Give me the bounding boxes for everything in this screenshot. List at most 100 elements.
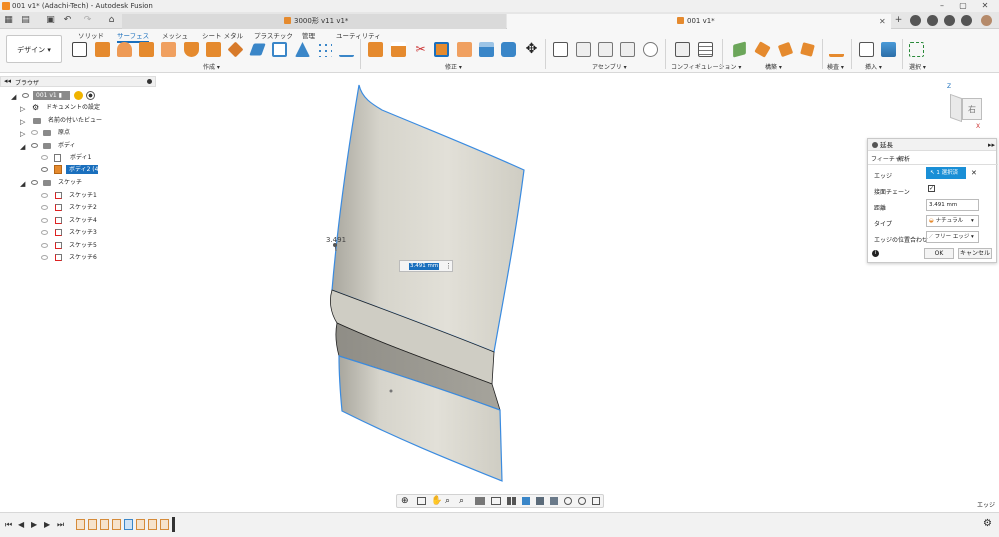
timeline-feature[interactable]: [112, 519, 121, 530]
vertex-filter-icon[interactable]: [578, 497, 586, 505]
notifications-icon[interactable]: [944, 15, 955, 26]
zoom-icon[interactable]: ⌕: [445, 496, 450, 506]
play-icon[interactable]: ▶: [31, 520, 37, 529]
thicken-icon[interactable]: [249, 43, 266, 56]
tangent-plane-icon[interactable]: [777, 41, 794, 58]
revolve-icon[interactable]: [117, 42, 132, 57]
tab-mesh[interactable]: メッシュ: [162, 30, 188, 40]
tangent-chain-checkbox[interactable]: ✓: [928, 185, 935, 192]
ok-button[interactable]: OK: [924, 248, 954, 259]
extensions-icon[interactable]: [910, 15, 921, 26]
grid-snaps-icon[interactable]: [491, 497, 501, 505]
timeline-feature[interactable]: [148, 519, 157, 530]
patch-icon[interactable]: [184, 42, 199, 57]
split-icon[interactable]: ✂: [413, 42, 428, 57]
group-insert[interactable]: 挿入 ▾: [865, 62, 882, 71]
mirror-icon[interactable]: [339, 42, 354, 57]
boundary-fill-icon[interactable]: [272, 42, 287, 57]
tab-utilities[interactable]: ユーティリティ: [336, 30, 381, 40]
timeline-feature[interactable]: [124, 519, 133, 530]
group-inspect[interactable]: 検査 ▾: [827, 62, 844, 71]
help-icon[interactable]: [961, 15, 972, 26]
configure-icon[interactable]: [675, 42, 690, 57]
unstitch-icon[interactable]: [479, 42, 494, 57]
insert-derive-icon[interactable]: [859, 42, 874, 57]
new-component-icon[interactable]: [72, 42, 87, 57]
workspace-dropdown[interactable]: デザイン ▾: [6, 35, 62, 63]
tab-solid[interactable]: ソリッド: [78, 30, 104, 40]
close-icon[interactable]: ✕: [980, 1, 990, 11]
info-icon[interactable]: i: [872, 250, 879, 257]
group-assemble[interactable]: アセンブリ ▾: [592, 62, 627, 71]
maximize-icon[interactable]: ▢: [958, 1, 968, 11]
job-status-icon[interactable]: [927, 15, 938, 26]
tab-manage[interactable]: 管理: [302, 30, 315, 40]
joint-icon[interactable]: [553, 42, 568, 57]
group-create[interactable]: 作成 ▾: [203, 62, 220, 71]
timeline-feature[interactable]: [76, 519, 85, 530]
ruled-icon[interactable]: [206, 42, 221, 57]
pattern-icon[interactable]: [317, 42, 332, 57]
component-filter-icon[interactable]: [592, 497, 600, 505]
extended-surface-body[interactable]: [330, 84, 525, 482]
viewport-canvas[interactable]: [0, 73, 999, 511]
loft-icon[interactable]: [161, 42, 176, 57]
step-forward-icon[interactable]: ▶: [44, 520, 50, 529]
group-construct[interactable]: 構築 ▾: [765, 62, 782, 71]
motion-link-icon[interactable]: [643, 42, 658, 57]
step-back-icon[interactable]: ◀: [18, 520, 24, 529]
move-icon[interactable]: ✥: [524, 42, 539, 57]
timeline-feature[interactable]: [136, 519, 145, 530]
go-to-end-icon[interactable]: ⏭: [57, 520, 64, 530]
edge-select-button[interactable]: ↖ 1 選択済: [926, 167, 966, 179]
settings-gear-icon[interactable]: ⚙: [983, 518, 992, 529]
tab-sheet-metal[interactable]: シート メタル: [202, 30, 243, 40]
config-table-icon[interactable]: [698, 42, 713, 57]
distance-input-box[interactable]: 3.491 mm ⋮: [399, 260, 453, 272]
expand-dialog-icon[interactable]: ▸▸: [988, 139, 995, 151]
as-built-joint-icon[interactable]: [576, 42, 591, 57]
timeline-marker[interactable]: [172, 517, 175, 532]
close-tab-icon[interactable]: ✕: [879, 14, 886, 29]
offset-icon[interactable]: [227, 41, 244, 58]
extend-icon[interactable]: [368, 42, 383, 57]
group-select[interactable]: 選択 ▾: [909, 62, 926, 71]
fit-icon[interactable]: ⌕: [459, 496, 464, 506]
redo-icon[interactable]: ↷: [82, 15, 93, 26]
cancel-button[interactable]: キャンセル: [958, 248, 992, 259]
look-at-icon[interactable]: [417, 497, 426, 505]
extend-active-icon[interactable]: [434, 42, 449, 57]
tab-001[interactable]: 001 v1* ✕: [507, 14, 891, 29]
clear-selection-icon[interactable]: ✕: [971, 169, 977, 177]
insert-image-icon[interactable]: [881, 42, 896, 57]
viewcube[interactable]: Z X 右: [946, 83, 986, 130]
new-tab-icon[interactable]: +: [893, 15, 904, 26]
minimize-icon[interactable]: –: [937, 1, 947, 11]
selection-filter-icon[interactable]: [522, 497, 530, 505]
pan-icon[interactable]: ✋: [431, 496, 442, 506]
select-icon[interactable]: [909, 42, 924, 57]
distance-field[interactable]: 3.491 mm: [926, 199, 979, 211]
sweep-icon[interactable]: [139, 42, 154, 57]
tab-plastic[interactable]: プラスチック: [254, 30, 293, 40]
display-settings-icon[interactable]: [475, 497, 485, 505]
avatar[interactable]: [981, 15, 992, 26]
reverse-normal-icon[interactable]: [501, 42, 516, 57]
edge-filter-icon[interactable]: [564, 497, 572, 505]
stitch-icon[interactable]: [457, 42, 472, 57]
more-options-icon[interactable]: ⋮: [445, 262, 452, 270]
distance-input-value[interactable]: 3.491 mm: [409, 263, 440, 270]
measure-icon[interactable]: [829, 42, 844, 57]
group-modify[interactable]: 修正 ▾: [445, 62, 462, 71]
apps-grid-icon[interactable]: ▦: [3, 15, 14, 26]
timeline-feature[interactable]: [100, 519, 109, 530]
type-dropdown[interactable]: ◒ ナチュラル ▾: [926, 215, 979, 227]
viewcube-left-face[interactable]: [950, 93, 962, 123]
face-filter-icon[interactable]: [550, 497, 558, 505]
body-filter-icon[interactable]: [536, 497, 544, 505]
tab-3000[interactable]: 3000形 v11 v1*: [122, 14, 506, 29]
group-configure[interactable]: コンフィギュレーション ▾: [671, 62, 741, 71]
joint-origin-icon[interactable]: [598, 42, 613, 57]
file-menu-icon[interactable]: ▤: [20, 15, 31, 26]
offset-plane-icon[interactable]: [733, 41, 746, 58]
